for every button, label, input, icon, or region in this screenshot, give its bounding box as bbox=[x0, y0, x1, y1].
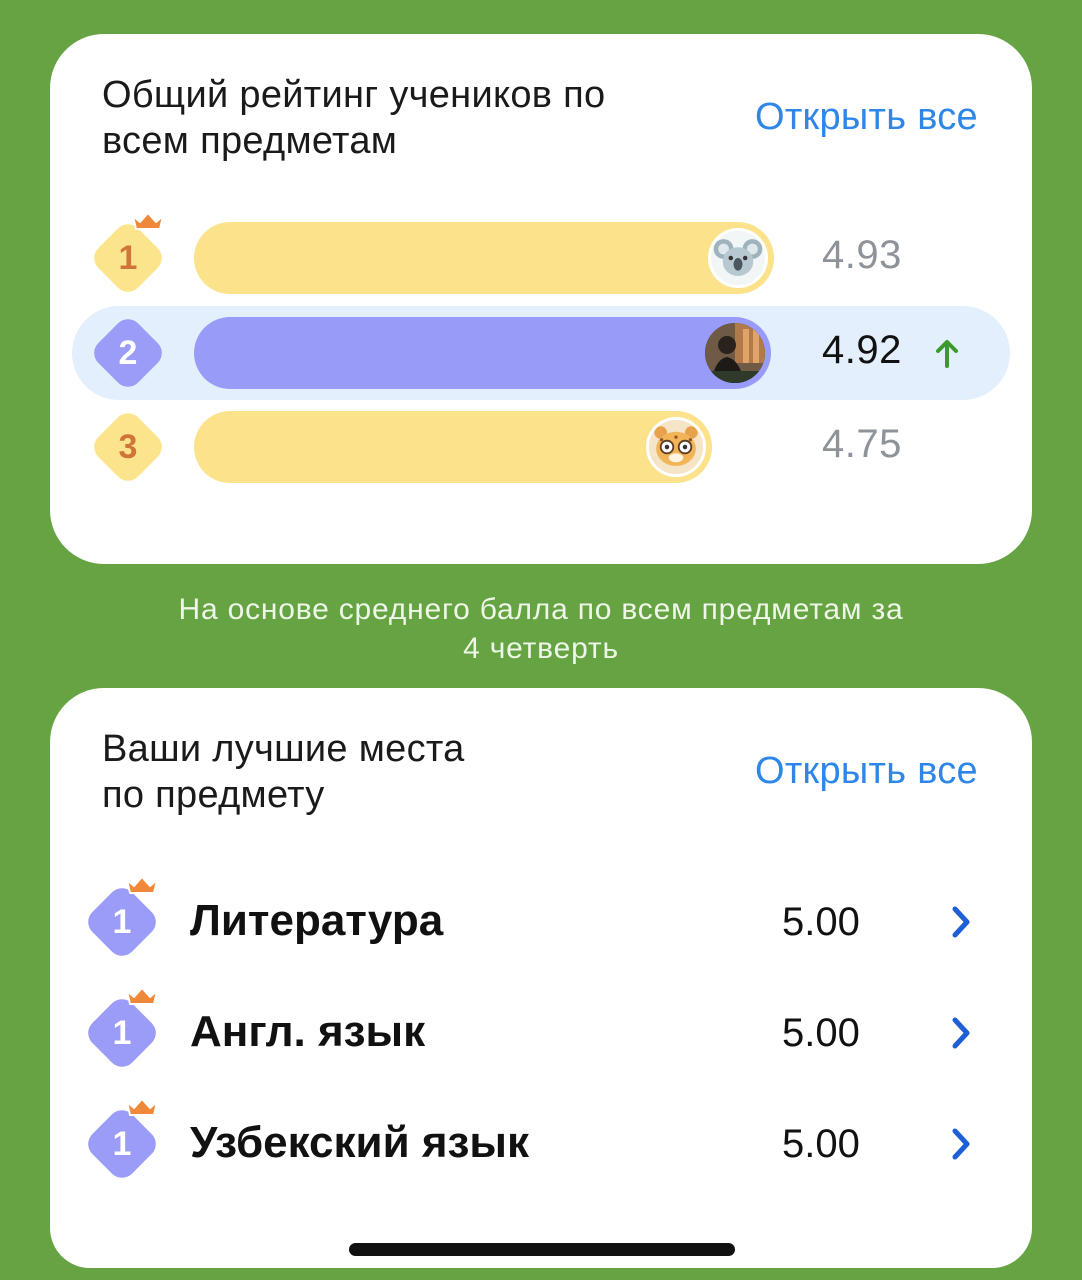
rank-badge: 2 bbox=[88, 313, 168, 393]
rating-row-3[interactable]: 3 4.75 bbox=[50, 400, 1032, 494]
rank-number: 1 bbox=[112, 1125, 132, 1163]
best-places-title: Ваши лучшие места по предмету bbox=[102, 728, 465, 816]
rating-bar bbox=[194, 411, 712, 483]
rank-number: 1 bbox=[112, 1014, 132, 1052]
chevron-right-icon[interactable] bbox=[950, 1015, 972, 1051]
subject-name: Литература bbox=[190, 896, 444, 945]
cheetah-avatar-icon bbox=[646, 417, 706, 477]
subject-name: Узбекский язык bbox=[190, 1118, 530, 1167]
crown-icon bbox=[132, 212, 164, 230]
subject-score: 5.00 bbox=[782, 1011, 860, 1055]
subject-score: 5.00 bbox=[782, 900, 860, 944]
rank-badge: 1 bbox=[82, 876, 162, 962]
rating-score: 4.92 bbox=[822, 328, 902, 372]
rank-badge: 1 bbox=[82, 987, 162, 1073]
koala-avatar-icon bbox=[708, 228, 768, 288]
rating-row-1[interactable]: 1 4.93 bbox=[50, 211, 1032, 305]
arrow-up-icon bbox=[936, 340, 958, 368]
subject-score: 5.00 bbox=[782, 1122, 860, 1166]
subject-row[interactable]: 1 Англ. язык 5.00 bbox=[50, 983, 1032, 1083]
user-photo-avatar bbox=[705, 323, 765, 383]
rating-bar bbox=[194, 317, 771, 389]
rank-badge: 3 bbox=[88, 407, 168, 487]
crown-icon bbox=[126, 987, 158, 1005]
subject-row[interactable]: 1 Литература 5.00 bbox=[50, 872, 1032, 972]
rank-badge: 1 bbox=[82, 1098, 162, 1184]
rating-bar bbox=[194, 222, 774, 294]
subject-row[interactable]: 1 Узбекский язык 5.00 bbox=[50, 1094, 1032, 1194]
rating-score: 4.75 bbox=[822, 422, 902, 466]
rating-basis-caption: На основе среднего балла по всем предмет… bbox=[178, 593, 904, 665]
rank-number: 1 bbox=[118, 239, 138, 277]
rank-number: 3 bbox=[118, 428, 138, 466]
chevron-right-icon[interactable] bbox=[950, 1126, 972, 1162]
best-places-card: Ваши лучшие места по предмету Открыть вс… bbox=[50, 688, 1032, 1268]
rank-number: 2 bbox=[118, 334, 138, 372]
rating-row-2-current-user[interactable]: 2 4.92 bbox=[50, 306, 1032, 400]
open-all-best-places-link[interactable]: Открыть все bbox=[755, 750, 978, 793]
overall-rating-title: Общий рейтинг учеников по всем предметам bbox=[102, 74, 606, 162]
rating-score: 4.93 bbox=[822, 233, 902, 277]
overall-rating-card: Общий рейтинг учеников по всем предметам… bbox=[50, 34, 1032, 564]
chevron-right-icon[interactable] bbox=[950, 904, 972, 940]
rank-badge: 1 bbox=[88, 212, 168, 298]
crown-icon bbox=[126, 876, 158, 894]
crown-icon bbox=[126, 1098, 158, 1116]
rank-number: 1 bbox=[112, 903, 132, 941]
subject-name: Англ. язык bbox=[190, 1007, 426, 1056]
open-all-rating-link[interactable]: Открыть все bbox=[755, 96, 978, 139]
home-indicator[interactable] bbox=[349, 1243, 735, 1256]
